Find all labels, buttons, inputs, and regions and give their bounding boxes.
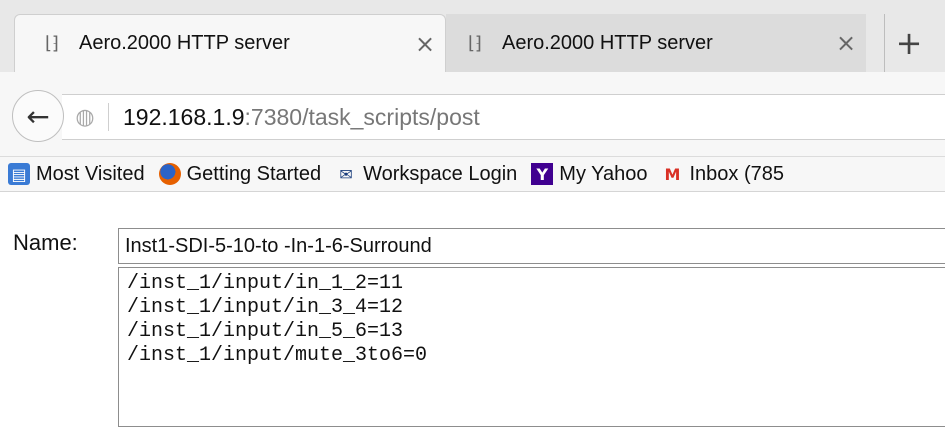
tab-active[interactable]: ⌊⁆ Aero.2000 HTTP server × [14,14,446,72]
firefox-icon [158,163,181,185]
url-host: 192.168.1.9 [123,103,245,130]
script-textarea[interactable]: /inst_1/input/in_1_2=11 /inst_1/input/in… [118,267,945,427]
bookmark-label: My Yahoo [559,162,648,185]
script-line: /inst_1/input/mute_3to6=0 [127,344,428,367]
page-icon: ⌊⁆ [45,33,60,54]
navigation-bar: ◍ 192.168.1.9:7380/task_scripts/post ← [0,72,945,157]
bookmark-my-yahoo[interactable]: Y My Yahoo [531,163,647,186]
close-icon[interactable]: × [405,30,445,58]
bookmark-label: Inbox (785 [689,162,784,185]
bookmark-label: Getting Started [186,162,322,185]
bookmark-label: Most Visited [36,162,145,185]
name-label: Name: [13,230,78,255]
tab-title: Aero.2000 HTTP server [502,31,713,54]
address-bar[interactable]: ◍ 192.168.1.9:7380/task_scripts/post [62,94,945,140]
gmail-icon: M [664,164,681,184]
close-icon[interactable]: × [826,29,866,57]
url-path: :7380/task_scripts/post [244,103,480,130]
mail-icon: ✉ [339,164,353,184]
bookmark-inbox[interactable]: M Inbox (785 [661,163,784,186]
script-line: /inst_1/input/in_3_4=12 [127,296,404,319]
globe-icon: ◍ [75,104,95,130]
bookmark-workspace-login[interactable]: ✉ Workspace Login [335,163,517,186]
page-content: Name: /inst_1/input/in_1_2=11 /inst_1/in… [0,192,945,427]
tab-title: Aero.2000 HTTP server [79,32,290,54]
name-input[interactable] [118,228,945,264]
yahoo-icon: Y [531,163,554,185]
separator [108,103,109,131]
bookmarks-toolbar: ▤ Most Visited Getting Started ✉ Workspa… [0,157,945,192]
bookmark-label: Workspace Login [363,162,518,185]
new-tab-button[interactable]: + [884,14,933,72]
tab-bar: ⌊⁆ Aero.2000 HTTP server × ⌊⁆ Aero.2000 … [0,0,945,72]
tab-inactive[interactable]: ⌊⁆ Aero.2000 HTTP server × [446,14,866,72]
bookmark-most-visited[interactable]: ▤ Most Visited [8,163,145,186]
back-button[interactable]: ← [12,90,64,142]
most-visited-icon: ▤ [8,163,30,185]
url-text[interactable]: 192.168.1.9:7380/task_scripts/post [123,104,480,131]
back-arrow-icon: ← [26,99,50,133]
page-icon: ⌊⁆ [468,32,483,54]
script-line: /inst_1/input/in_1_2=11 [127,272,404,295]
bookmark-getting-started[interactable]: Getting Started [158,162,322,186]
script-line: /inst_1/input/in_5_6=13 [127,320,404,343]
